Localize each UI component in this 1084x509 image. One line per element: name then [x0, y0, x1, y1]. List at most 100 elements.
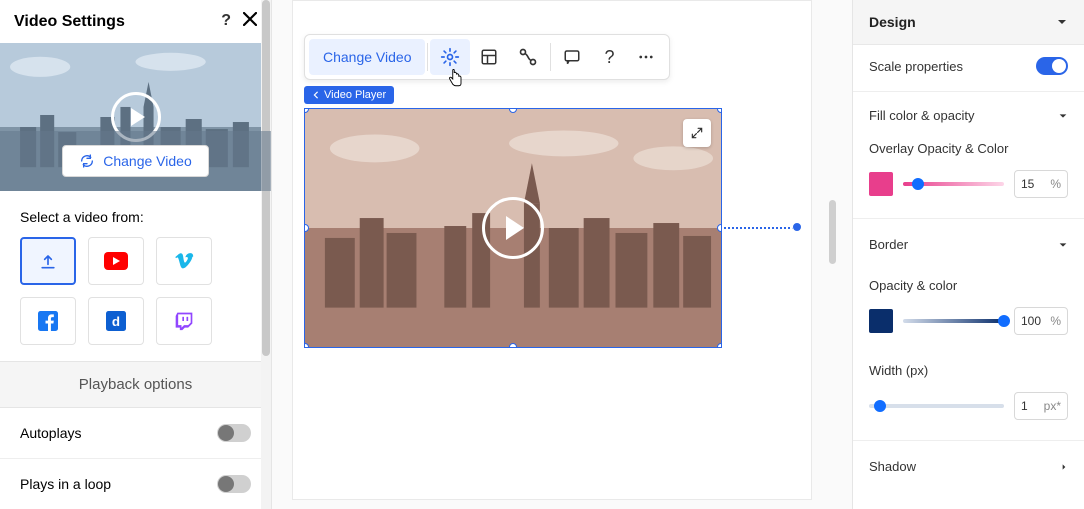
source-vimeo[interactable]: [156, 237, 212, 285]
selection-handle[interactable]: [717, 343, 722, 348]
shadow-section-row[interactable]: Shadow: [853, 445, 1084, 488]
comment-icon: [563, 48, 581, 66]
snap-anchor[interactable]: [792, 222, 802, 232]
chevron-down-icon: [1058, 111, 1068, 121]
border-color-swatch[interactable]: [869, 309, 893, 333]
chevron-right-icon: [1060, 462, 1068, 472]
shadow-section-label: Shadow: [869, 459, 916, 474]
fullscreen-button[interactable]: [683, 119, 711, 147]
border-opacity-slider[interactable]: [903, 319, 1004, 323]
facebook-icon: [38, 311, 58, 331]
change-video-button[interactable]: Change Video: [62, 145, 208, 177]
dailymotion-icon: d: [106, 311, 126, 331]
width-input[interactable]: 1 px*: [1014, 392, 1068, 420]
width-label-row: Width (px): [853, 351, 1084, 384]
percent-unit: %: [1050, 314, 1061, 328]
scale-properties-label: Scale properties: [869, 59, 963, 74]
element-tag-label: Video Player: [324, 89, 386, 101]
source-youtube[interactable]: [88, 237, 144, 285]
toolbar-more-button[interactable]: [627, 39, 665, 75]
design-panel: Design Scale properties Fill color & opa…: [852, 0, 1084, 509]
toolbar-change-video-button[interactable]: Change Video: [309, 39, 425, 75]
gear-icon: [440, 47, 460, 67]
toolbar-animation-button[interactable]: [508, 39, 548, 75]
border-section-label: Border: [869, 237, 908, 252]
canvas-play-icon[interactable]: [482, 197, 544, 259]
element-tag[interactable]: Video Player: [304, 86, 394, 104]
panel-header: Video Settings ?: [0, 0, 271, 43]
design-header-label: Design: [869, 14, 916, 30]
loop-toggle[interactable]: [217, 475, 251, 493]
close-icon[interactable]: [243, 12, 257, 31]
video-settings-panel: Video Settings ?: [0, 0, 272, 509]
source-dailymotion[interactable]: d: [88, 297, 144, 345]
fill-color-row[interactable]: Fill color & opacity: [853, 96, 1084, 129]
vimeo-icon: [173, 251, 195, 271]
more-icon: [637, 48, 655, 66]
loop-row: Plays in a loop: [0, 459, 271, 509]
chevron-down-icon: [1058, 240, 1068, 250]
border-opacity-input[interactable]: 100 %: [1014, 307, 1068, 335]
toolbar-comment-button[interactable]: [553, 39, 591, 75]
cursor-pointer-icon: [446, 68, 464, 95]
chevron-down-icon: [1056, 16, 1068, 28]
border-opacity-value: 100: [1021, 314, 1041, 328]
width-slider[interactable]: [869, 404, 1004, 408]
selection-handle[interactable]: [717, 224, 722, 232]
selection-handle[interactable]: [509, 343, 517, 348]
source-upload[interactable]: [20, 237, 76, 285]
layout-icon: [480, 48, 498, 66]
left-panel-scrollbar[interactable]: [261, 0, 271, 509]
width-label: Width (px): [869, 363, 928, 378]
overlay-opacity-value: 15: [1021, 177, 1034, 191]
change-video-label: Change Video: [103, 153, 191, 169]
select-source-label: Select a video from:: [0, 191, 271, 237]
fill-color-label: Fill color & opacity: [869, 108, 974, 123]
autoplay-row: Autoplays: [0, 408, 271, 459]
design-header[interactable]: Design: [853, 0, 1084, 45]
opacity-color-label: Opacity & color: [869, 278, 957, 293]
youtube-icon: [104, 252, 128, 270]
animation-icon: [518, 47, 538, 67]
overlay-opacity-label-row: Overlay Opacity & Color: [853, 129, 1084, 162]
help-icon[interactable]: ?: [221, 12, 231, 31]
overlay-color-swatch[interactable]: [869, 172, 893, 196]
scale-properties-row: Scale properties: [853, 45, 1084, 87]
refresh-icon: [79, 153, 95, 169]
source-facebook[interactable]: [20, 297, 76, 345]
panel-title: Video Settings: [14, 13, 125, 31]
selection-handle[interactable]: [304, 343, 309, 348]
element-toolbar: Change Video ?: [304, 34, 670, 80]
selected-video-element[interactable]: [304, 108, 722, 348]
canvas-scrollbar[interactable]: [829, 200, 836, 264]
scale-properties-toggle[interactable]: [1036, 57, 1068, 75]
expand-icon: [690, 126, 704, 140]
playback-options-header: Playback options: [0, 361, 271, 408]
loop-label: Plays in a loop: [20, 476, 111, 492]
border-control-row: 100 %: [853, 299, 1084, 351]
toolbar-change-video-label: Change Video: [323, 49, 411, 65]
autoplay-toggle[interactable]: [217, 424, 251, 442]
video-thumbnail[interactable]: Change Video: [0, 43, 271, 191]
percent-unit: %: [1050, 177, 1061, 191]
autoplay-label: Autoplays: [20, 425, 81, 441]
source-grid: d: [0, 237, 271, 361]
width-value: 1: [1021, 399, 1028, 413]
opacity-color-label-row: Opacity & color: [853, 266, 1084, 299]
overlay-opacity-slider[interactable]: [903, 182, 1004, 186]
chevron-left-icon: [312, 91, 320, 99]
overlay-control-row: 15 %: [853, 162, 1084, 214]
width-unit: px*: [1044, 399, 1061, 413]
svg-text:d: d: [112, 314, 120, 329]
toolbar-layout-button[interactable]: [470, 39, 508, 75]
source-twitch[interactable]: [156, 297, 212, 345]
upload-icon: [38, 251, 58, 271]
selection-handle[interactable]: [717, 108, 722, 113]
canvas[interactable]: Change Video ? Video Player: [272, 0, 852, 509]
toolbar-help-button[interactable]: ?: [591, 39, 627, 75]
overlay-opacity-label: Overlay Opacity & Color: [869, 141, 1008, 156]
border-section-row[interactable]: Border: [853, 223, 1084, 266]
overlay-opacity-input[interactable]: 15 %: [1014, 170, 1068, 198]
twitch-icon: [174, 311, 194, 331]
width-control-row: 1 px*: [853, 384, 1084, 436]
